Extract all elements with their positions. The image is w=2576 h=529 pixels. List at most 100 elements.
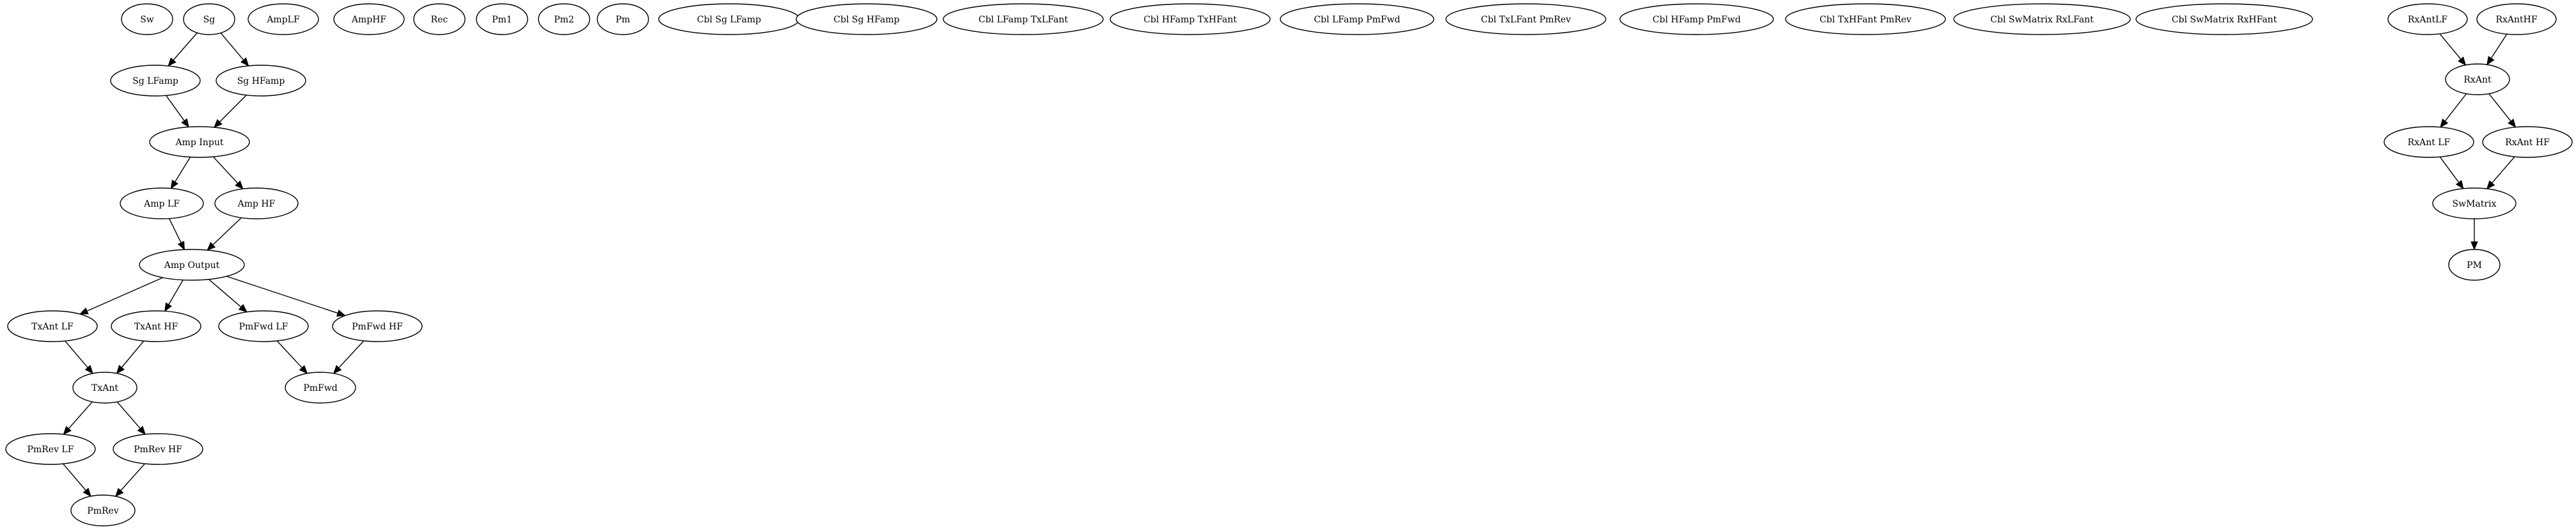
node-pmfwd-hf: PmFwd HF <box>332 310 423 342</box>
node-label: Cbl Sg HFamp <box>833 15 899 25</box>
edge-amp-output-to-txant-hf <box>168 280 184 305</box>
node-label: Pm <box>616 15 631 25</box>
node-pmfwd-lf: PmFwd LF <box>218 310 309 342</box>
node-label: PmRev HF <box>134 445 182 455</box>
node-swmatrix: SwMatrix <box>2432 187 2517 219</box>
arrowhead-sg-lfamp-to-amp-input <box>181 118 189 128</box>
node-label: Amp HF <box>237 199 276 209</box>
node-pm-node: PM <box>2448 249 2501 281</box>
node-label: PmFwd LF <box>239 322 288 332</box>
edge-rxant-to-rxant-hf <box>2488 93 2511 122</box>
edge-layer <box>63 32 2517 497</box>
arrowhead-amp-output-to-pmfwd-hf <box>336 309 346 317</box>
edge-pmfwd-lf-to-pmfwd <box>276 340 302 368</box>
node-cbl-sg-hfamp: Cbl Sg HFamp <box>796 3 938 35</box>
edge-amp-lf-to-amp-output <box>168 218 182 243</box>
node-label: Cbl HFamp TxHFant <box>1143 15 1237 25</box>
edge-rxant-lf-to-swmatrix <box>2439 156 2460 183</box>
node-cbl-txhfant-pmrev: Cbl TxHFant PmRev <box>1785 3 1946 35</box>
arrowhead-rxant-to-rxant-lf <box>2440 118 2449 128</box>
node-amp-lf: Amp LF <box>120 187 204 219</box>
node-label: Pm1 <box>492 15 512 25</box>
node-label: TxAnt <box>91 383 118 393</box>
node-rxant-hf: RxAnt HF <box>2482 126 2573 158</box>
arrowhead-amp-output-to-txant-hf <box>164 302 172 312</box>
edge-sg-to-sg-hfamp <box>220 32 244 61</box>
node-label: Amp LF <box>143 199 180 209</box>
node-pmfwd: PmFwd <box>285 372 356 404</box>
node-label: Pm2 <box>554 15 574 25</box>
node-label: RxAnt <box>2463 75 2492 85</box>
arrowhead-rxanthf-to-rxant <box>2486 56 2495 66</box>
arrowhead-txant-hf-to-txant <box>116 365 125 374</box>
node-amphf: AmpHF <box>333 3 405 35</box>
node-layer: Sw Sg AmpLF AmpHF Rec Pm1 Pm2 Pm Cbl Sg LFamp Cbl… <box>5 3 2573 526</box>
node-amp-hf: Amp HF <box>214 187 299 219</box>
node-txant-hf: TxAnt HF <box>111 310 201 342</box>
node-label: Sg HFamp <box>237 76 285 86</box>
node-label: Sg LFamp <box>132 76 178 86</box>
edge-rxantlf-to-rxant <box>2439 33 2462 59</box>
node-label: AmpLF <box>266 15 300 25</box>
edge-txant-to-pmrev-hf <box>116 401 141 429</box>
node-label: Cbl TxLFant PmRev <box>1481 15 1571 25</box>
arrowhead-rxant-to-rxant-hf <box>2508 118 2517 128</box>
arrowhead-amp-lf-to-amp-output <box>177 241 185 251</box>
node-cbl-hfamp-txhfant: Cbl HFamp TxHFant <box>1110 3 1271 35</box>
node-rxant-lf: RxAnt LF <box>2384 126 2474 158</box>
edge-sg-to-sg-lfamp <box>173 32 198 61</box>
arrowhead-amp-output-to-txant-lf <box>79 307 89 315</box>
edge-amp-input-to-amp-lf <box>175 157 191 182</box>
arrowhead-rxant-lf-to-swmatrix <box>2455 180 2464 189</box>
node-cbl-sg-lfamp: Cbl Sg LFamp <box>658 3 800 35</box>
node-rxant: RxAnt <box>2445 63 2510 95</box>
node-cbl-swmatrix-rxlfant: Cbl SwMatrix RxLFant <box>1953 3 2131 35</box>
edge-pmrev-hf-to-pmrev <box>120 463 145 491</box>
node-sg-hfamp: Sg HFamp <box>216 65 306 97</box>
node-amplf: AmpLF <box>247 3 319 35</box>
edge-amp-output-to-pmfwd-lf <box>208 279 242 308</box>
arrowhead-amp-input-to-amp-lf <box>170 179 178 189</box>
edge-txant-lf-to-txant <box>65 340 88 368</box>
node-pm2: Pm2 <box>538 3 590 35</box>
node-cbl-lfamp-txlfant: Cbl LFamp TxLFant <box>943 3 1104 35</box>
node-rec: Rec <box>413 3 466 35</box>
node-label: Sg <box>203 15 216 25</box>
node-label: Cbl TxHFant PmRev <box>1819 15 1912 25</box>
edge-rxanthf-to-rxant <box>2490 33 2508 59</box>
node-label: TxAnt LF <box>31 322 74 332</box>
node-label: AmpHF <box>351 15 387 25</box>
node-label: Amp Output <box>164 260 220 271</box>
node-pm: Pm <box>597 3 649 35</box>
node-cbl-txlfant-pmrev: Cbl TxLFant PmRev <box>1445 3 1606 35</box>
edge-txant-hf-to-txant <box>121 340 145 368</box>
node-label: Sw <box>140 15 154 25</box>
node-label: RxAntHF <box>2495 15 2537 25</box>
node-pm1: Pm1 <box>476 3 528 35</box>
edge-amp-output-to-txant-lf <box>86 277 163 312</box>
dependency-graph: Sw Sg AmpLF AmpHF Rec Pm1 Pm2 Pm Cbl Sg LFamp Cbl… <box>5 3 2573 526</box>
node-sg-lfamp: Sg LFamp <box>110 65 201 97</box>
node-label: RxAntLF <box>2408 15 2447 25</box>
node-label: Rec <box>431 15 448 25</box>
node-label: TxAnt HF <box>134 322 178 332</box>
node-sg: Sg <box>183 3 235 35</box>
node-label: SwMatrix <box>2453 199 2497 209</box>
node-label: RxAnt HF <box>2505 138 2550 148</box>
arrowhead-sg-to-sg-hfamp <box>240 57 249 67</box>
node-label: Amp Input <box>175 138 224 148</box>
node-cbl-hfamp-pmfwd: Cbl HFamp PmFwd <box>1619 3 1774 35</box>
node-sw: Sw <box>121 3 173 35</box>
edge-pmfwd-hf-to-pmfwd <box>338 340 365 368</box>
node-label: Cbl HFamp PmFwd <box>1653 15 1741 25</box>
node-txant-lf: TxAnt LF <box>7 310 98 342</box>
node-label: Cbl LFamp PmFwd <box>1314 15 1400 25</box>
node-label: PmRev <box>87 506 119 516</box>
node-label: Cbl SwMatrix RxHFant <box>2172 15 2277 25</box>
node-cbl-lfamp-pmfwd: Cbl LFamp PmFwd <box>1280 3 1434 35</box>
edge-amp-hf-to-amp-output <box>212 217 242 246</box>
node-pmrev: PmRev <box>70 494 136 526</box>
node-rxantlf: RxAntLF <box>2387 3 2468 35</box>
arrowhead-rxantlf-to-rxant <box>2458 56 2467 66</box>
node-txant: TxAnt <box>72 372 137 404</box>
